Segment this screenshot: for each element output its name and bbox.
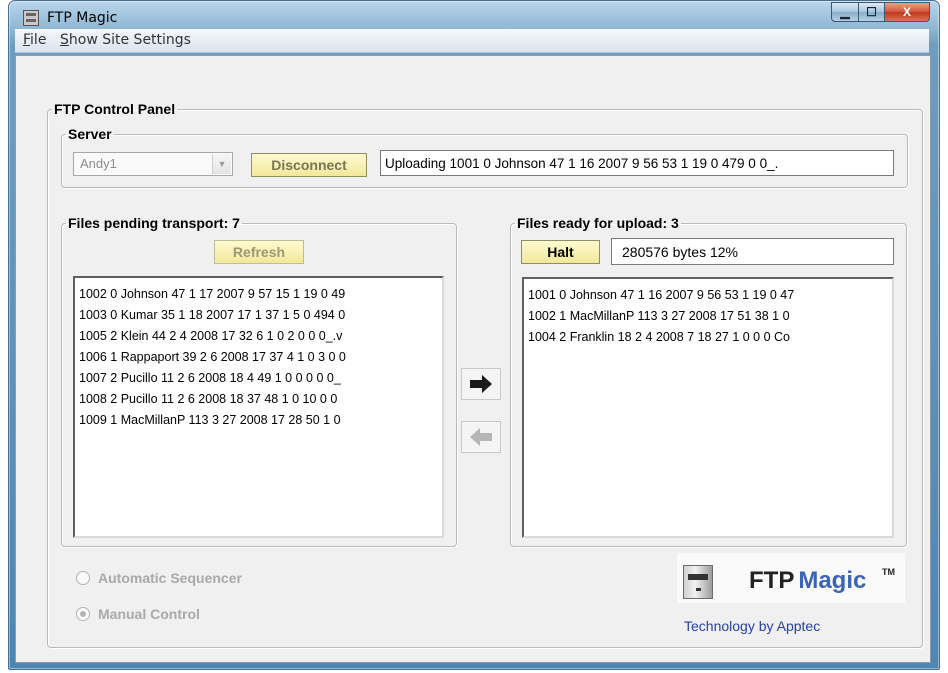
menu-site-label: how Site Settings <box>68 32 191 48</box>
server-title: Server <box>68 126 112 142</box>
maximize-icon: ☐ <box>866 5 877 19</box>
list-item[interactable]: 1004 2 Franklin 18 2 4 2008 7 18 27 1 0 … <box>528 327 888 348</box>
menu-show-site-settings[interactable]: Show Site Settings <box>60 32 191 48</box>
ready-title: Files ready for upload: 3 <box>517 215 679 231</box>
menu-file[interactable]: File <box>23 32 46 48</box>
list-item[interactable]: 1002 1 MacMillanP 113 3 27 2008 17 51 38… <box>528 306 888 327</box>
logo-tm: TM <box>882 567 895 577</box>
app-icon <box>23 10 39 26</box>
title-bar[interactable]: FTP Magic ▁ ☐ X <box>9 1 939 29</box>
window-title: FTP Magic <box>47 10 118 26</box>
close-icon: X <box>902 5 911 19</box>
halt-label: Halt <box>547 244 574 260</box>
menu-bar: File Show Site Settings <box>15 29 929 53</box>
pending-files-list[interactable]: 1002 0 Johnson 47 1 17 2007 9 57 15 1 19… <box>73 276 444 538</box>
progress-field: 280576 bytes 12% <box>611 238 894 265</box>
progress-text: 280576 bytes 12% <box>622 244 738 260</box>
menu-file-mnemonic: F <box>23 32 31 48</box>
arrow-right-icon <box>470 375 492 393</box>
ftp-magic-logo: FTP Magic TM <box>677 553 905 603</box>
server-select-value: Andy1 <box>80 156 117 171</box>
chevron-down-icon[interactable]: ▼ <box>212 154 231 174</box>
minimize-button[interactable]: ▁ <box>831 2 859 22</box>
logo-magic: Magic <box>798 567 867 594</box>
list-item[interactable]: 1003 0 Kumar 35 1 18 2007 17 1 37 1 5 0 … <box>79 305 438 326</box>
minimize-icon: ▁ <box>840 5 850 19</box>
list-item[interactable]: 1006 1 Rappaport 39 2 6 2008 17 37 4 1 0… <box>79 347 438 368</box>
move-left-button[interactable] <box>461 421 501 453</box>
refresh-button[interactable]: Refresh <box>214 240 304 264</box>
manual-radio[interactable] <box>76 607 90 621</box>
close-button[interactable]: X <box>884 2 930 22</box>
list-item[interactable]: 1002 0 Johnson 47 1 17 2007 9 57 15 1 19… <box>79 284 438 305</box>
automatic-sequencer-option[interactable]: Automatic Sequencer <box>76 570 242 586</box>
arrow-left-icon <box>470 428 492 446</box>
file-cabinet-icon <box>683 565 713 599</box>
refresh-label: Refresh <box>232 244 286 260</box>
maximize-button[interactable]: ☐ <box>858 2 885 22</box>
list-item[interactable]: 1005 2 Klein 44 2 4 2008 17 32 6 1 0 2 0… <box>79 326 438 347</box>
manual-control-option[interactable]: Manual Control <box>76 606 200 622</box>
list-item[interactable]: 1009 1 MacMillanP 113 3 27 2008 17 28 50… <box>79 410 438 431</box>
halt-button[interactable]: Halt <box>521 240 600 264</box>
move-right-button[interactable] <box>461 368 501 400</box>
manual-label: Manual Control <box>98 606 200 622</box>
ready-files-list[interactable]: 1001 0 Johnson 47 1 16 2007 9 56 53 1 19… <box>522 277 894 538</box>
menu-site-mnemonic: S <box>60 32 69 48</box>
list-item[interactable]: 1008 2 Pucillo 11 2 6 2008 18 37 48 1 0 … <box>79 389 438 410</box>
control-panel-title: FTP Control Panel <box>54 101 176 117</box>
server-select[interactable]: Andy1 ▼ <box>73 152 233 176</box>
list-item[interactable]: 1001 0 Johnson 47 1 16 2007 9 56 53 1 19… <box>528 285 888 306</box>
list-item[interactable]: 1007 2 Pucillo 11 2 6 2008 18 4 49 1 0 0… <box>79 368 438 389</box>
disconnect-label: Disconnect <box>271 157 347 173</box>
logo-ftp: FTP <box>749 567 795 594</box>
automatic-radio[interactable] <box>76 571 90 585</box>
tagline: Technology by Apptec <box>684 618 821 634</box>
menu-file-label: ile <box>30 32 47 48</box>
automatic-label: Automatic Sequencer <box>98 570 242 586</box>
pending-title: Files pending transport: 7 <box>68 215 240 231</box>
logo-wordmark: FTP Magic <box>749 567 866 595</box>
status-text: Uploading 1001 0 Johnson 47 1 16 2007 9 … <box>385 156 779 171</box>
disconnect-button[interactable]: Disconnect <box>251 153 367 177</box>
status-field[interactable]: Uploading 1001 0 Johnson 47 1 16 2007 9 … <box>380 150 894 176</box>
